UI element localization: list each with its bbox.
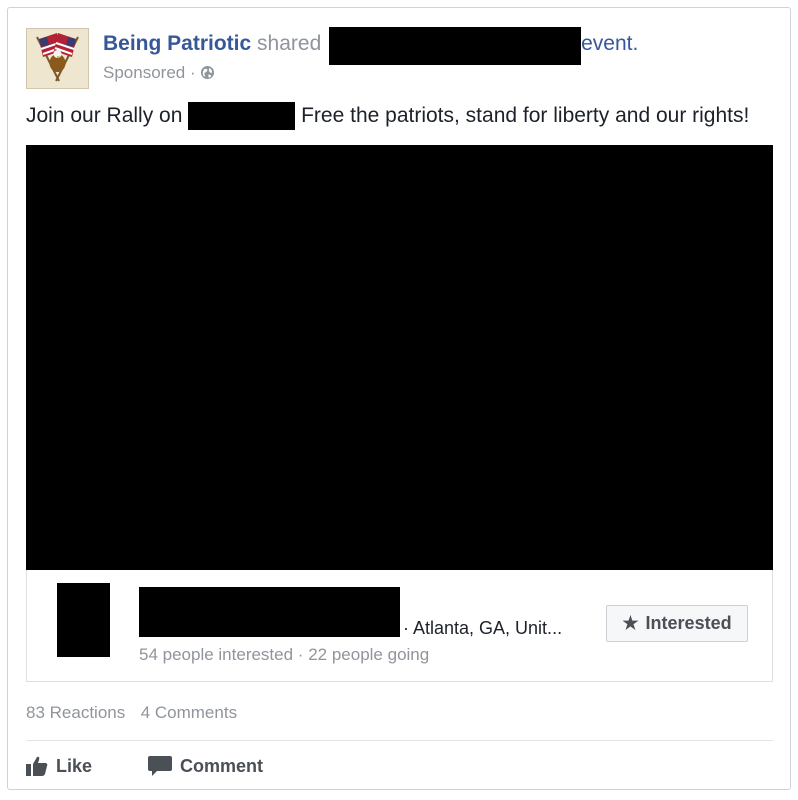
reactions-count[interactable]: 83 Reactions [26, 703, 125, 722]
redacted-event-title [139, 587, 400, 637]
comment-button[interactable]: Comment [148, 751, 263, 781]
redacted-event-name [329, 27, 582, 65]
comment-label: Comment [180, 755, 264, 776]
event-stats: 54 people interested · 22 people going [139, 644, 429, 666]
stats-separator: · [297, 645, 304, 664]
event-cover-image-redacted[interactable] [26, 145, 773, 570]
redacted-event-date [57, 583, 110, 657]
star-icon: ★ [622, 613, 639, 633]
comments-count[interactable]: 4 Comments [141, 703, 237, 722]
shared-label: shared [257, 32, 322, 55]
page-name-link[interactable]: Being Patriotic [103, 32, 251, 55]
engagement-summary: 83 Reactions 4 Comments [26, 702, 237, 724]
event-location: · Atlanta, GA, Unit... [403, 618, 563, 638]
meta-separator: · [189, 63, 196, 82]
post-text-end: Free the patriots, stand for liberty and… [301, 104, 750, 127]
event-attachment[interactable]: · Atlanta, GA, Unit... 54 people interes… [26, 570, 773, 682]
redacted-rally-date [188, 102, 296, 130]
globe-icon[interactable] [200, 65, 215, 80]
sponsored-label[interactable]: Sponsored [103, 63, 185, 82]
sponsored-post-card: Being Patriotic shared event. Sponsored … [7, 7, 791, 790]
post-header: Being Patriotic shared event. [103, 27, 638, 65]
post-message: Join our Rally on Free the patriots, sta… [26, 102, 749, 130]
post-text-start: Join our Rally on [26, 104, 183, 127]
interested-count: 54 people interested [139, 645, 294, 664]
going-count: 22 people going [308, 645, 430, 664]
event-label[interactable]: event. [581, 32, 638, 55]
post-meta: Sponsored · [103, 62, 215, 84]
like-label: Like [56, 755, 93, 776]
like-button[interactable]: Like [26, 751, 92, 781]
flags-eagle-icon [27, 29, 88, 88]
page-avatar[interactable] [26, 28, 89, 89]
actions-divider [26, 740, 773, 741]
interested-button-label: Interested [645, 613, 732, 633]
interested-button[interactable]: ★ Interested [606, 605, 748, 642]
thumbs-up-icon [26, 756, 48, 776]
speech-bubble-icon [148, 756, 172, 776]
